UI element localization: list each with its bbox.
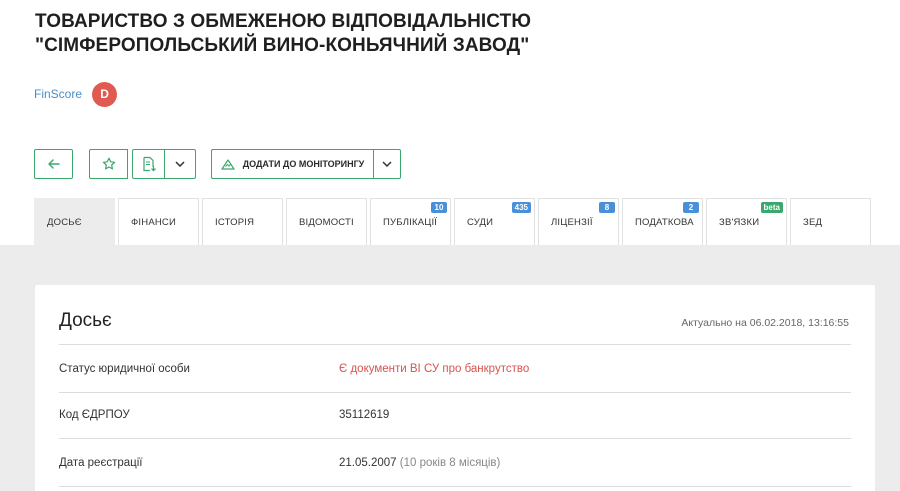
tab-label: ЗВ'ЯЗКИ [719, 216, 760, 228]
tab-foreign-trade[interactable]: ЗЕД [790, 198, 871, 245]
registration-date: 21.05.2007 [339, 456, 397, 469]
export-options-dropdown[interactable] [164, 149, 196, 179]
chevron-down-icon [382, 161, 392, 167]
row-value: 35112619 [339, 408, 390, 421]
document-download-icon [142, 156, 156, 172]
tab-finances[interactable]: ФІНАНСИ [118, 198, 199, 245]
tab-label: ЛІЦЕНЗІЇ [551, 216, 593, 228]
tab-label: ІСТОРІЯ [215, 216, 255, 228]
info-row-registration-date: Дата реєстрації 21.05.2007 (10 років 8 м… [59, 439, 851, 487]
tab-details[interactable]: ВІДОМОСТІ [286, 198, 367, 245]
tab-label: ВІДОМОСТІ [299, 216, 354, 228]
company-title-line2: "СІМФЕРОПОЛЬСЬКИЙ ВИНО-КОНЬЯЧНИЙ ЗАВОД" [35, 35, 530, 56]
tab-label: ЗЕД [803, 216, 823, 228]
add-to-monitoring-button[interactable]: ДОДАТИ ДО МОНІТОРИНГУ [211, 149, 373, 179]
dossier-card: Досьє Актуально на 06.02.2018, 13:16:55 … [35, 285, 875, 491]
arrow-left-icon [47, 159, 60, 169]
row-label: Код ЄДРПОУ [59, 408, 130, 421]
tab-label: ПОДАТКОВА [635, 216, 694, 228]
monitoring-icon [221, 158, 235, 170]
export-document-button[interactable] [132, 149, 164, 179]
tab-tax[interactable]: ПОДАТКОВА 2 [622, 198, 703, 245]
company-title-line1: ТОВАРИСТВО З ОБМЕЖЕНОЮ ВІДПОВІДАЛЬНІСТЮ [35, 11, 532, 32]
tab-publications[interactable]: ПУБЛІКАЦІЇ 10 [370, 198, 451, 245]
back-button[interactable] [34, 149, 73, 179]
dossier-title: Досьє [59, 310, 112, 331]
chevron-down-icon [175, 161, 185, 167]
tab-licenses[interactable]: ЛІЦЕНЗІЇ 8 [538, 198, 619, 245]
count-badge: 435 [511, 202, 531, 213]
registration-age: (10 років 8 місяців) [399, 456, 501, 469]
tab-label: ФІНАНСИ [131, 216, 177, 228]
favorite-button[interactable] [89, 149, 128, 179]
info-row-status: Статус юридичної особи Є документи ВІ СУ… [59, 345, 851, 393]
count-badge: 2 [683, 202, 699, 213]
row-label: Дата реєстрації [59, 456, 143, 469]
row-value[interactable]: Є документи ВІ СУ про банкрутство [339, 363, 529, 375]
tab-dossier[interactable]: ДОСЬЄ [34, 198, 115, 245]
tab-label: ПУБЛІКАЦІЇ [383, 216, 438, 228]
count-badge: 10 [431, 202, 447, 213]
action-toolbar: ДОДАТИ ДО МОНІТОРИНГУ [34, 149, 401, 179]
add-to-monitoring-label: ДОДАТИ ДО МОНІТОРИНГУ [242, 159, 365, 169]
finscore: FinScore D [34, 81, 118, 107]
count-badge: 8 [599, 202, 615, 213]
row-value: 21.05.2007 (10 років 8 місяців) [339, 457, 500, 469]
beta-badge: beta [760, 202, 783, 213]
tab-connections[interactable]: ЗВ'ЯЗКИ beta [706, 198, 787, 245]
company-title: ТОВАРИСТВО З ОБМЕЖЕНОЮ ВІДПОВІДАЛЬНІСТЮ … [35, 10, 875, 58]
tab-history[interactable]: ІСТОРІЯ [202, 198, 283, 245]
info-row-edrpou: Код ЄДРПОУ 35112619 [59, 391, 851, 439]
last-updated: Актуально на 06.02.2018, 13:16:55 [681, 317, 849, 329]
star-icon [102, 157, 115, 170]
tab-courts[interactable]: СУДИ 435 [454, 198, 535, 245]
tab-label: ДОСЬЄ [47, 216, 82, 228]
monitoring-options-dropdown[interactable] [373, 149, 401, 179]
section-tabs: ДОСЬЄ ФІНАНСИ ІСТОРІЯ ВІДОМОСТІ ПУБЛІКАЦ… [34, 198, 874, 245]
finscore-link[interactable]: FinScore [34, 87, 82, 101]
finscore-grade-badge[interactable]: D [92, 81, 118, 107]
tab-label: СУДИ [467, 216, 494, 228]
row-label: Статус юридичної особи [59, 362, 190, 375]
